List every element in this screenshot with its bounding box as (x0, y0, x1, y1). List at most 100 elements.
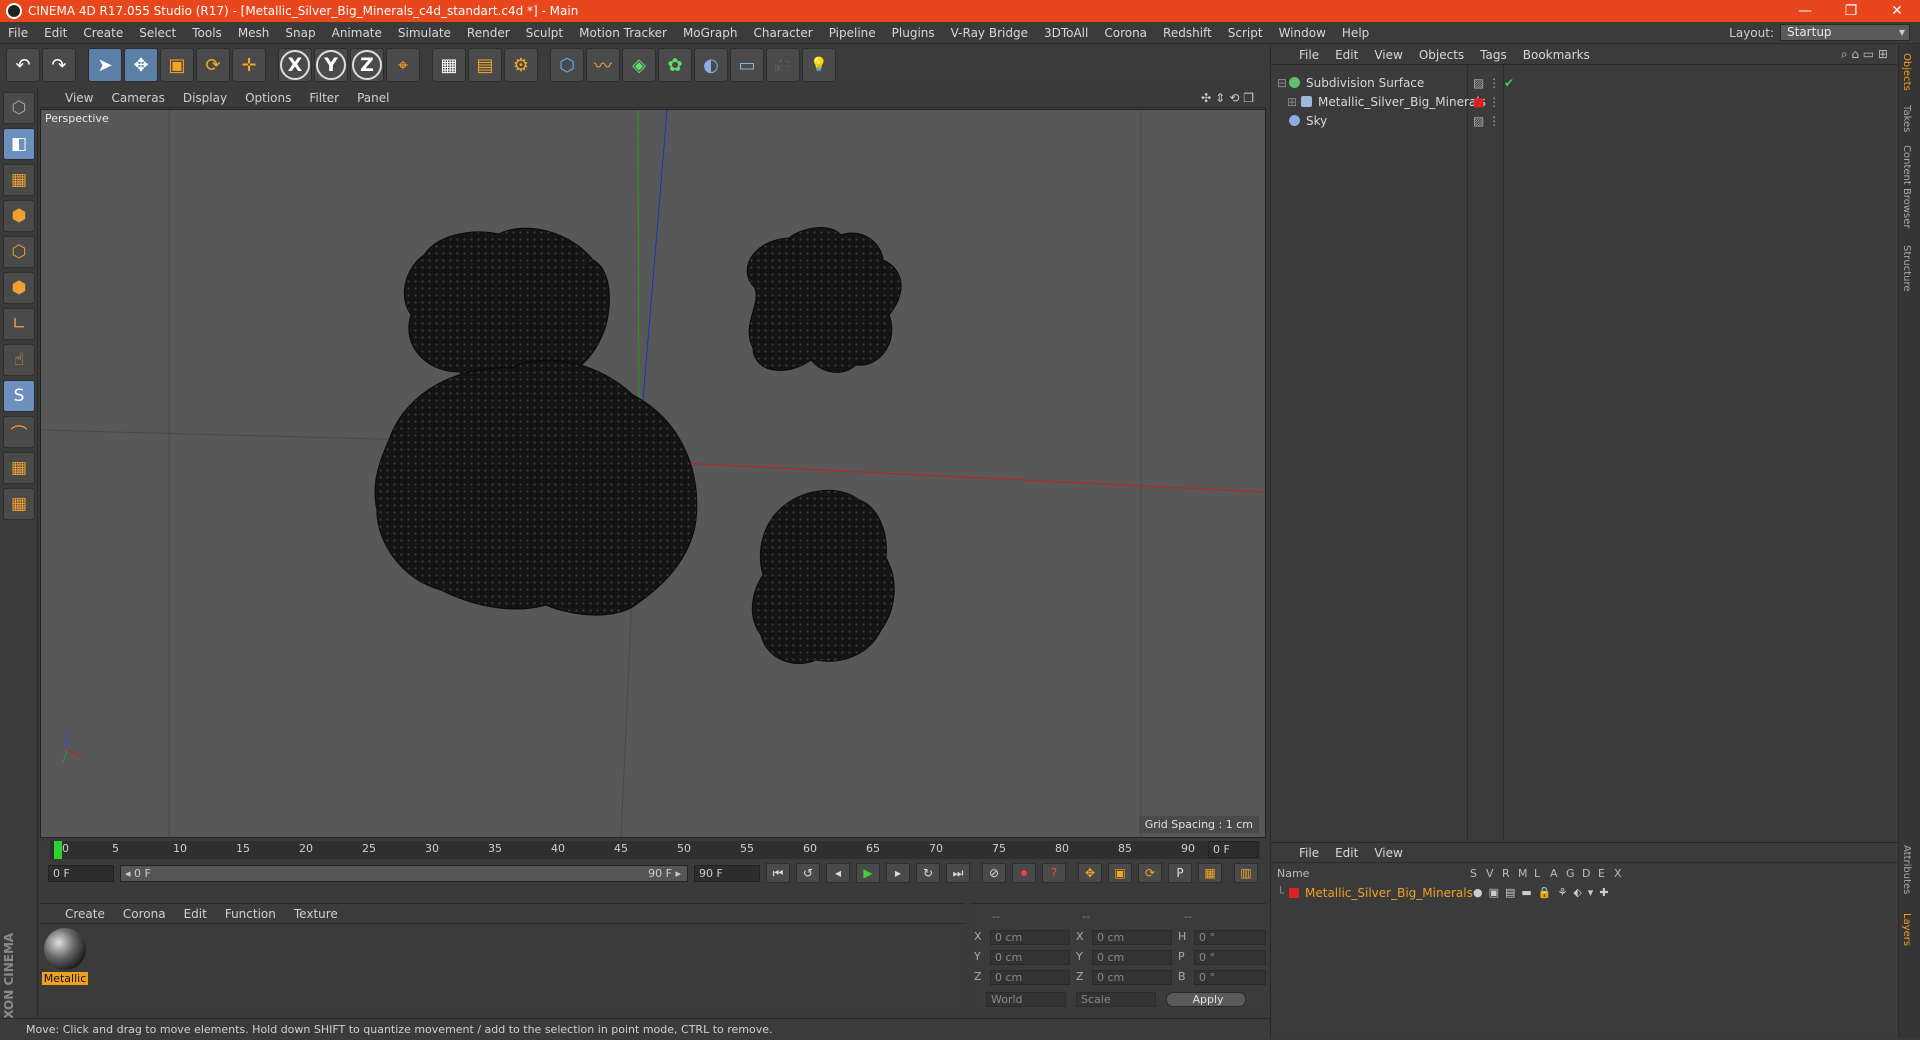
layers-menu-edit[interactable]: Edit (1327, 846, 1366, 860)
objects-menu-file[interactable]: File (1291, 48, 1327, 62)
last-tool-icon[interactable]: ✛ (232, 48, 266, 82)
coordinate-system-icon[interactable]: ⌖ (386, 48, 420, 82)
tab-objects[interactable]: Objects (1901, 53, 1912, 91)
step-back-icon[interactable]: ◂ (826, 863, 850, 883)
viewport-menu-view[interactable]: View (56, 91, 102, 105)
coordinate-space-dropdown[interactable]: World (986, 992, 1066, 1007)
cube-object-icon[interactable]: ⬡ (550, 48, 584, 82)
visibility-toggle-icon[interactable]: ▨ ⋮ ✔ (1473, 76, 1514, 90)
menu-3dtoall[interactable]: 3DToAll (1036, 26, 1096, 40)
workplane-mode-icon[interactable]: ⬢ (3, 200, 35, 232)
edges-mode-icon[interactable]: ⬢ (3, 272, 35, 304)
snapping-icon[interactable]: ▦ (3, 452, 35, 484)
y-axis-lock-icon[interactable]: Y (314, 48, 348, 82)
objects-menu-objects[interactable]: Objects (1411, 48, 1472, 62)
material-menu-edit[interactable]: Edit (175, 907, 216, 921)
playhead[interactable] (54, 841, 62, 859)
menu-render[interactable]: Render (459, 26, 518, 40)
objects-menu-edit[interactable]: Edit (1327, 48, 1366, 62)
make-editable-icon[interactable]: ⬡ (3, 92, 35, 124)
menu-vray-bridge[interactable]: V-Ray Bridge (943, 26, 1036, 40)
menu-tools[interactable]: Tools (184, 26, 230, 40)
tab-attributes[interactable]: Attributes (1901, 845, 1912, 894)
start-frame-field[interactable]: 0 F (48, 864, 114, 882)
viewport-menu-panel[interactable]: Panel (348, 91, 398, 105)
record-position-icon[interactable]: ✥ (1078, 863, 1102, 883)
objects-menu-tags[interactable]: Tags (1472, 48, 1515, 62)
motion-record-icon[interactable]: ⊘ (982, 863, 1006, 883)
tab-content-browser[interactable]: Content Browser (1901, 145, 1912, 228)
record-parameter-icon[interactable]: P (1168, 863, 1192, 883)
position-y-field[interactable]: 0 cm (990, 950, 1070, 965)
menu-script[interactable]: Script (1220, 26, 1271, 40)
rotation-b-field[interactable]: 0 ° (1194, 970, 1266, 985)
tweak-mode-icon[interactable]: S (3, 380, 35, 412)
undo-icon[interactable]: ↶ (6, 48, 40, 82)
minimize-button[interactable]: — (1782, 3, 1828, 19)
go-to-next-key-icon[interactable]: ↻ (916, 863, 940, 883)
layer-row[interactable]: └ Metallic_Silver_Big_Minerals ●▣▤▬🔒⚘⬖▾✚ (1277, 883, 1877, 902)
record-keys-icon[interactable]: ⏺ (1012, 863, 1036, 883)
viewport-menu-options[interactable]: Options (236, 91, 300, 105)
tab-takes[interactable]: Takes (1901, 105, 1912, 132)
layer-color-icon[interactable]: ■ ⋮ (1473, 95, 1500, 109)
expand-toggle-icon[interactable]: ⊞ (1277, 95, 1301, 109)
material-menu-create[interactable]: Create (56, 907, 114, 921)
position-z-field[interactable]: 0 cm (990, 970, 1070, 985)
menu-file[interactable]: File (0, 26, 36, 40)
preview-range-slider[interactable]: ◂ 0 F 90 F ▸ (120, 864, 688, 882)
material-menu-corona[interactable]: Corona (114, 907, 175, 921)
menu-mograph[interactable]: MoGraph (675, 26, 746, 40)
tab-layers[interactable]: Layers (1901, 913, 1912, 946)
expand-toggle-icon[interactable]: ⊟ (1277, 76, 1289, 90)
objects-menu-bookmarks[interactable]: Bookmarks (1515, 48, 1598, 62)
menu-character[interactable]: Character (745, 26, 820, 40)
menu-plugins[interactable]: Plugins (884, 26, 943, 40)
layer-color-swatch[interactable] (1289, 887, 1299, 898)
size-z-field[interactable]: 0 cm (1092, 970, 1172, 985)
camera-icon[interactable]: 🎥 (766, 48, 800, 82)
record-scale-icon[interactable]: ▣ (1108, 863, 1132, 883)
menu-create[interactable]: Create (75, 26, 131, 40)
close-button[interactable]: ✕ (1874, 3, 1920, 19)
autokey-icon[interactable]: ? (1042, 863, 1066, 883)
objects-menu-view[interactable]: View (1366, 48, 1410, 62)
rotation-p-field[interactable]: 0 ° (1194, 950, 1266, 965)
object-row[interactable]: ⊞ Metallic_Silver_Big_Minerals ■ ⋮ (1277, 92, 1877, 111)
light-icon[interactable]: 💡 (802, 48, 836, 82)
current-frame-field[interactable]: 0 F (1208, 841, 1258, 858)
record-rotation-icon[interactable]: ⟳ (1138, 863, 1162, 883)
menu-redshift[interactable]: Redshift (1155, 26, 1220, 40)
menu-mesh[interactable]: Mesh (230, 26, 278, 40)
layer-toggles-icon[interactable]: ●▣▤▬🔒⚘⬖▾✚ (1473, 886, 1615, 899)
menu-snap[interactable]: Snap (277, 26, 323, 40)
visibility-toggle-icon[interactable]: ▨ ⋮ (1473, 114, 1500, 128)
material-thumbnail[interactable] (44, 928, 86, 970)
position-x-field[interactable]: 0 cm (990, 930, 1070, 945)
menu-pipeline[interactable]: Pipeline (821, 26, 884, 40)
menu-animate[interactable]: Animate (324, 26, 390, 40)
live-selection-icon[interactable]: ➤ (88, 48, 122, 82)
model-mode-icon[interactable]: ◧ (3, 128, 35, 160)
points-mode-icon[interactable]: ⬡ (3, 236, 35, 268)
go-to-start-icon[interactable]: ⏮ (766, 863, 790, 883)
workplane-lock-icon[interactable]: ▦ (3, 488, 35, 520)
play-icon[interactable]: ▶ (856, 863, 880, 883)
menu-sculpt[interactable]: Sculpt (518, 26, 571, 40)
render-picture-viewer-icon[interactable]: ▤ (468, 48, 502, 82)
tab-structure[interactable]: Structure (1901, 245, 1912, 292)
material-name[interactable]: Metallic (42, 972, 88, 985)
search-icon[interactable]: ⌕ ⌂ ▭ ⊞ (1841, 47, 1898, 62)
viewport-menu-display[interactable]: Display (174, 91, 236, 105)
polygons-mode-icon[interactable]: ∟ (3, 308, 35, 340)
menu-corona[interactable]: Corona (1096, 26, 1155, 40)
scale-tool-icon[interactable]: ▣ (160, 48, 194, 82)
move-tool-icon[interactable]: ✥ (124, 48, 158, 82)
menu-window[interactable]: Window (1271, 26, 1334, 40)
rotate-tool-icon[interactable]: ⟳ (196, 48, 230, 82)
menu-select[interactable]: Select (131, 26, 184, 40)
object-row[interactable]: ⊟ Subdivision Surface ▨ ⋮ ✔ (1277, 73, 1877, 92)
texture-mode-icon[interactable]: ▦ (3, 164, 35, 196)
menu-motion-tracker[interactable]: Motion Tracker (571, 26, 675, 40)
layout-dropdown[interactable]: Startup (1780, 24, 1910, 41)
